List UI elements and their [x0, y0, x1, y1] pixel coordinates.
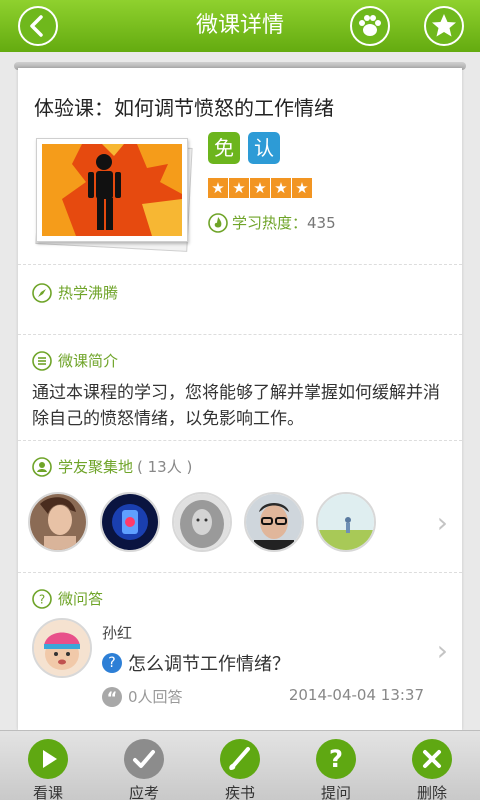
- page-title: 微课详情: [195, 13, 284, 38]
- divider: [18, 572, 462, 573]
- hot-learning-title: 热学沸腾: [58, 284, 119, 302]
- free-badge: 免: [208, 132, 240, 164]
- classmates-section-header[interactable]: 学友聚集地 ( 13人 ): [32, 456, 192, 477]
- star-icon: ★: [292, 178, 312, 198]
- question-text: 怎么调节工作情绪？: [128, 654, 290, 675]
- compass-icon: [32, 282, 52, 303]
- avatar[interactable]: [316, 492, 376, 552]
- heat-value: 435: [307, 213, 336, 232]
- course-thumbnail[interactable]: [34, 138, 193, 252]
- avatar[interactable]: [100, 492, 160, 552]
- hot-learning-section[interactable]: 热学沸腾: [32, 282, 118, 303]
- course-title: 体验课：如何调节愤怒的工作情绪: [34, 96, 334, 120]
- intro-section-header: 微课简介: [32, 350, 118, 371]
- bottom-toolbar: 看课 应考 疾书 ? 提问 删除: [0, 730, 480, 800]
- course-card: 体验课：如何调节愤怒的工作情绪 免 认 ★ ★ ★ ★ ★ 学习热度： 435 …: [18, 68, 462, 730]
- delete-button[interactable]: 删除: [384, 731, 480, 800]
- ask-button[interactable]: ? 提问: [288, 731, 384, 800]
- paw-button[interactable]: [350, 6, 390, 46]
- asker-avatar[interactable]: [32, 618, 92, 678]
- list-icon: [32, 350, 52, 371]
- qa-section-header[interactable]: ? 微问答: [32, 588, 103, 609]
- quote-icon: “: [102, 686, 122, 707]
- close-icon: [412, 739, 452, 779]
- divider: [18, 334, 462, 335]
- star-icon: ★: [208, 178, 228, 198]
- asker-name: 孙红: [102, 624, 133, 642]
- learning-heat: 学习热度： 435: [208, 212, 336, 233]
- top-bar: 微课详情: [0, 0, 480, 52]
- answer-count-text: 0人回答: [128, 688, 183, 706]
- svg-text:?: ?: [39, 592, 45, 606]
- favorite-button[interactable]: [424, 6, 464, 46]
- user-icon: [32, 456, 52, 477]
- brush-icon: [220, 739, 260, 779]
- ask-label: 提问: [320, 784, 351, 800]
- rating-stars: ★ ★ ★ ★ ★: [208, 178, 313, 198]
- classmates-title: 学友聚集地: [58, 458, 134, 476]
- play-icon: [28, 739, 68, 779]
- question-badge-icon: ?: [102, 653, 122, 673]
- svg-text:?: ?: [329, 745, 343, 773]
- exam-label: 应考: [128, 784, 159, 800]
- question-time: 2014-04-04 13:37: [288, 686, 424, 704]
- avatar[interactable]: [28, 492, 88, 552]
- notes-button[interactable]: 疾书: [192, 731, 288, 800]
- classmate-avatars: [28, 492, 388, 552]
- star-icon: ★: [250, 178, 270, 198]
- question-item[interactable]: ? 怎么调节工作情绪？: [102, 650, 290, 676]
- question-mark-icon: ?: [316, 739, 356, 779]
- heat-label: 学习热度：: [232, 214, 308, 232]
- delete-label: 删除: [416, 784, 447, 800]
- check-icon: [124, 739, 164, 779]
- chevron-right-icon[interactable]: ›: [437, 634, 448, 667]
- qa-title: 微问答: [58, 590, 104, 608]
- avatar[interactable]: [172, 492, 232, 552]
- flame-icon: [208, 212, 228, 233]
- star-icon: ★: [271, 178, 291, 198]
- notes-label: 疾书: [224, 784, 255, 800]
- divider: [18, 440, 462, 441]
- divider: [18, 264, 462, 265]
- intro-title: 微课简介: [58, 352, 119, 370]
- watch-button[interactable]: 看课: [0, 731, 96, 800]
- classmates-count: ( 13人 ): [137, 458, 193, 476]
- star-icon: ★: [229, 178, 249, 198]
- angry-figure-image: [42, 144, 182, 236]
- avatar[interactable]: [244, 492, 304, 552]
- question-icon: ?: [32, 588, 52, 609]
- course-description: 通过本课程的学习，您将能够了解并掌握如何缓解并消除自己的愤怒情绪，以免影响工作。: [32, 383, 440, 429]
- certified-badge: 认: [248, 132, 280, 164]
- paw-icon: [359, 15, 381, 36]
- answer-count: “ 0人回答: [102, 686, 183, 707]
- chevron-right-icon[interactable]: ›: [437, 506, 448, 539]
- watch-label: 看课: [32, 784, 63, 800]
- exam-button[interactable]: 应考: [96, 731, 192, 800]
- star-icon: [432, 14, 456, 37]
